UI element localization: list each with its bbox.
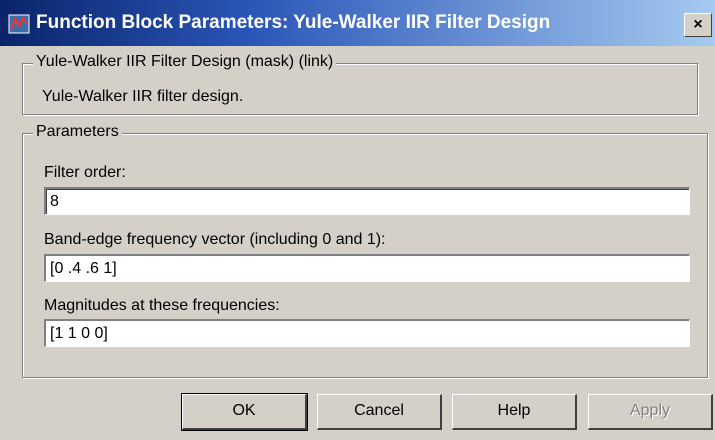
ok-button-label: OK xyxy=(232,402,256,419)
cancel-button[interactable]: Cancel xyxy=(317,394,442,430)
ok-button[interactable]: OK xyxy=(181,393,308,431)
apply-button[interactable]: Apply xyxy=(588,394,713,430)
parameters-legend: Parameters xyxy=(33,123,122,141)
help-button-label: Help xyxy=(497,402,531,419)
close-icon: × xyxy=(693,16,703,33)
filter-order-input[interactable] xyxy=(44,187,690,215)
title-bar[interactable]: Function Block Parameters: Yule-Walker I… xyxy=(0,0,715,46)
apply-button-label: Apply xyxy=(629,402,671,419)
help-button[interactable]: Help xyxy=(452,394,577,430)
cancel-button-label: Cancel xyxy=(354,402,404,419)
band-edge-frequency-input[interactable] xyxy=(44,254,690,282)
simulink-block-icon xyxy=(8,14,30,34)
magnitudes-label: Magnitudes at these frequencies: xyxy=(44,297,280,314)
filter-order-label: Filter order: xyxy=(44,164,126,181)
window-title: Function Block Parameters: Yule-Walker I… xyxy=(36,12,551,33)
close-button[interactable]: × xyxy=(684,13,712,37)
mask-group-legend: Yule-Walker IIR Filter Design (mask) (li… xyxy=(33,53,337,71)
magnitudes-input[interactable] xyxy=(44,319,690,347)
band-edge-label: Band-edge frequency vector (including 0 … xyxy=(44,231,386,248)
mask-description: Yule-Walker IIR filter design. xyxy=(42,88,244,105)
